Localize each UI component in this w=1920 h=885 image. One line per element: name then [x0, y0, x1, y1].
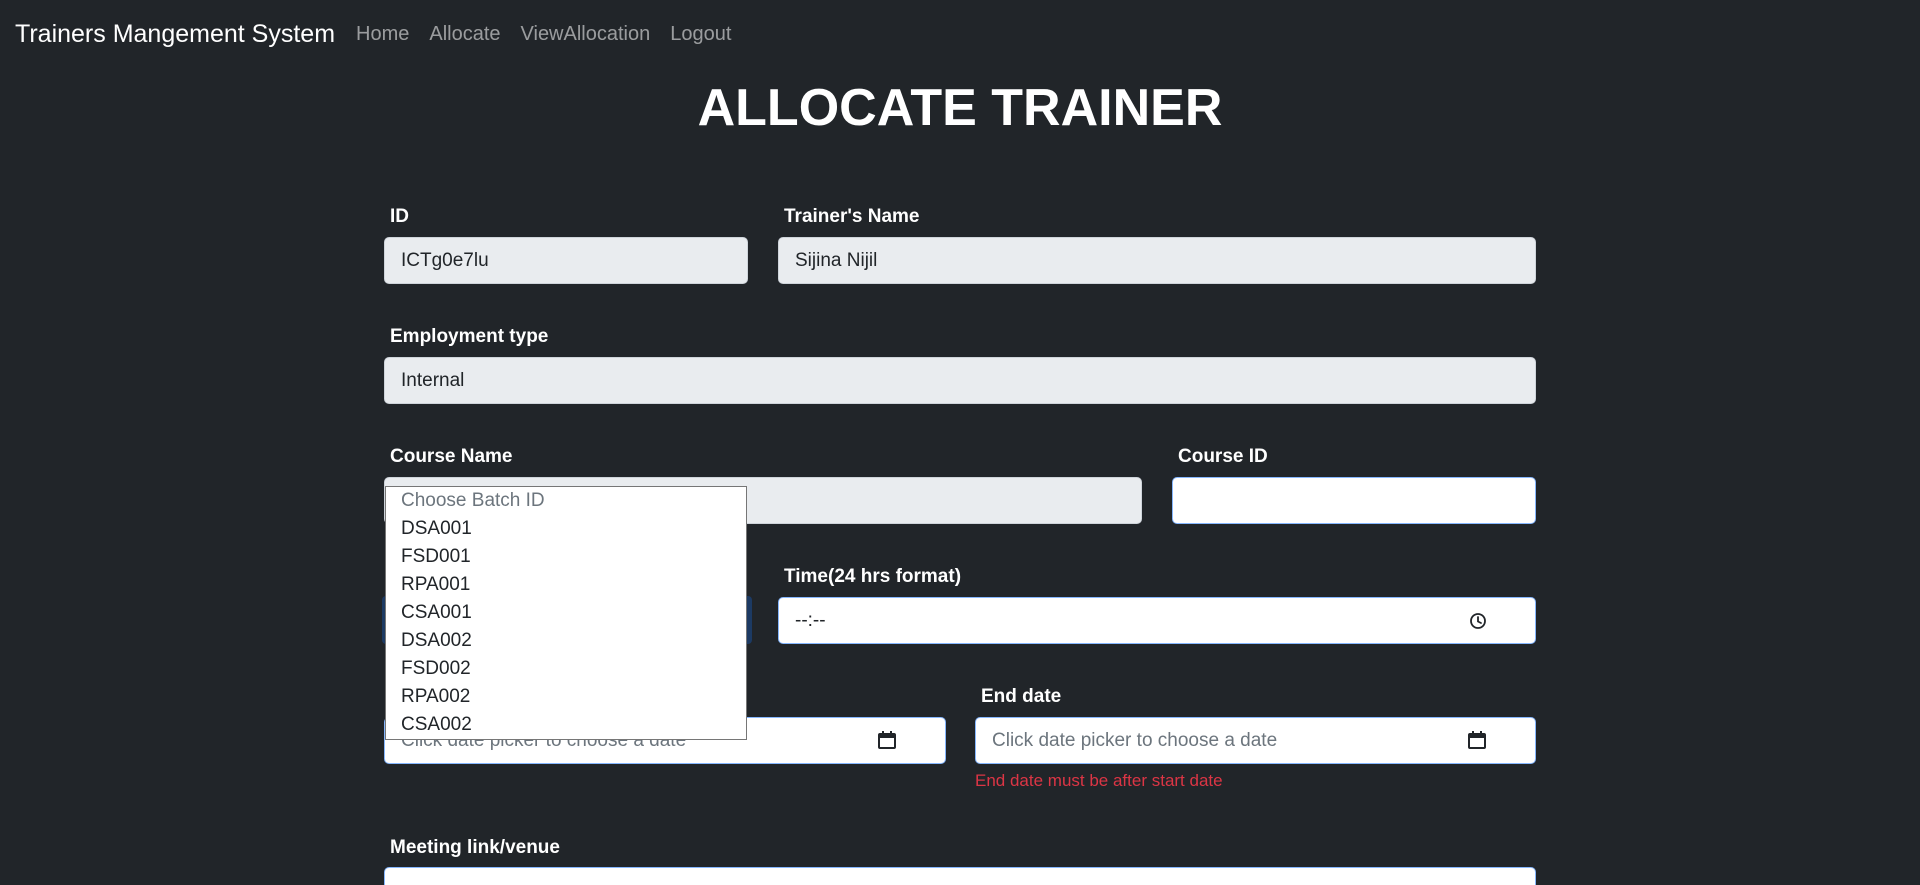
course-id-input[interactable] [1172, 477, 1536, 524]
dropdown-placeholder[interactable]: Choose Batch ID [386, 487, 746, 515]
page-title: ALLOCATE TRAINER [697, 79, 1223, 137]
calendar-icon[interactable] [1467, 730, 1487, 750]
end-date-placeholder: Click date picker to choose a date [992, 729, 1278, 751]
time-label: Time(24 hrs format) [784, 566, 962, 587]
trainer-name-value: Sijina Nijil [795, 249, 878, 271]
meeting-input[interactable] [384, 867, 1536, 885]
end-date-error: End date must be after start date [975, 771, 1223, 790]
employment-type-label: Employment type [390, 326, 549, 347]
dropdown-option[interactable]: RPA002 [386, 683, 746, 711]
clock-icon[interactable] [1469, 612, 1487, 630]
course-id-label: Course ID [1178, 446, 1268, 467]
time-input[interactable]: --:-- [778, 597, 1536, 644]
navbar: Trainers Mangement System Home Allocate … [0, 0, 1920, 72]
brand-link[interactable]: Trainers Mangement System [15, 20, 335, 49]
calendar-icon[interactable] [877, 730, 897, 750]
nav-link-home[interactable]: Home [356, 23, 409, 46]
time-value: --:-- [795, 609, 826, 631]
dropdown-option[interactable]: FSD002 [386, 655, 746, 683]
trainer-name-label: Trainer's Name [784, 206, 920, 227]
dropdown-option[interactable]: DSA001 [386, 515, 746, 543]
id-value: ICTg0e7lu [401, 249, 489, 271]
dropdown-option[interactable]: CSA002 [386, 711, 746, 739]
end-date-input[interactable]: Click date picker to choose a date [975, 717, 1536, 764]
nav-links: Home Allocate ViewAllocation Logout [356, 23, 751, 46]
dropdown-option[interactable]: CSA001 [386, 599, 746, 627]
nav-link-logout[interactable]: Logout [670, 23, 731, 46]
dropdown-option[interactable]: FSD001 [386, 543, 746, 571]
employment-type-field[interactable]: Internal [384, 357, 1536, 404]
id-label: ID [390, 206, 409, 227]
id-field[interactable]: ICTg0e7lu [384, 237, 748, 284]
dropdown-option[interactable]: DSA002 [386, 627, 746, 655]
course-name-label: Course Name [390, 446, 513, 467]
nav-link-viewallocation[interactable]: ViewAllocation [521, 23, 651, 46]
dropdown-option[interactable]: RPA001 [386, 571, 746, 599]
end-date-label: End date [981, 686, 1062, 707]
nav-link-allocate[interactable]: Allocate [429, 23, 500, 46]
batch-id-dropdown[interactable]: Choose Batch ID DSA001 FSD001 RPA001 CSA… [385, 486, 747, 740]
trainer-name-field[interactable]: Sijina Nijil [778, 237, 1536, 284]
meeting-label: Meeting link/venue [390, 837, 560, 858]
employment-type-value: Internal [401, 369, 465, 391]
